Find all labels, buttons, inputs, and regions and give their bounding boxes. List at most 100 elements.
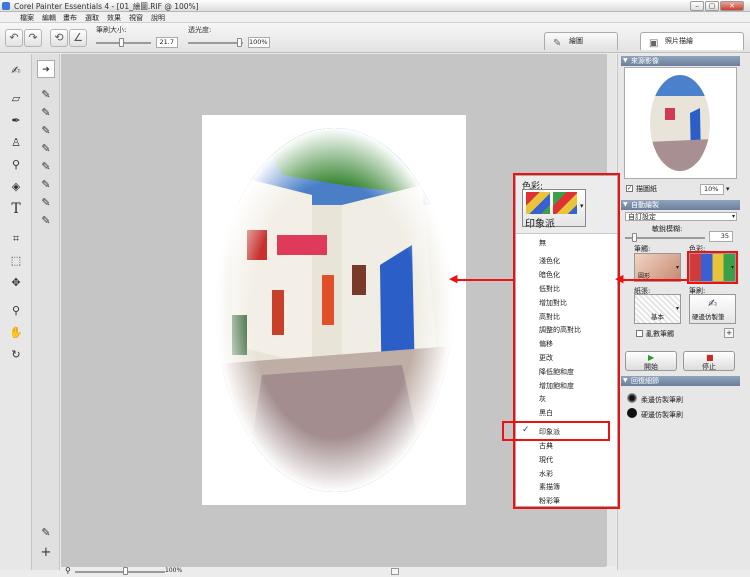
tab-photo-label: 照片描繪: [665, 37, 693, 45]
play-icon: ▶: [648, 353, 655, 362]
color-selector-highlight: [687, 251, 738, 284]
rotate-canvas-icon[interactable]: ⟲: [50, 29, 68, 47]
brush-variant-icon[interactable]: ✎: [37, 212, 55, 230]
brush-size-value[interactable]: 21.7: [156, 37, 178, 48]
tab-draw[interactable]: ✎ 繪圖: [544, 32, 618, 50]
opacity-label: 透光度:: [188, 26, 212, 34]
tracing-opacity-field[interactable]: 10%: [700, 184, 724, 195]
brush-variant-icon[interactable]: ✎: [37, 524, 55, 542]
brush-variant-icon[interactable]: ✎: [37, 140, 55, 158]
callout-arrow-left: [455, 279, 515, 281]
reset-rotation-icon[interactable]: ∠: [69, 29, 87, 47]
sensitivity-slider[interactable]: [625, 237, 705, 239]
soft-clone-brush-label[interactable]: 柔邊仿製筆刷: [641, 395, 683, 405]
popup-highlight-box: [513, 173, 620, 509]
redo-icon[interactable]: ↷: [24, 29, 42, 47]
soft-clone-brush-icon[interactable]: [627, 393, 637, 403]
undo-icon[interactable]: ↶: [5, 29, 23, 47]
close-icon[interactable]: ✕: [720, 1, 744, 11]
tab-photo[interactable]: ▣ 照片描繪: [640, 32, 744, 50]
brush-variant-icon[interactable]: ✎: [37, 194, 55, 212]
random-stroke-label: 亂數筆觸: [646, 330, 674, 338]
draw-tab-icon: ✎: [553, 38, 562, 49]
preset-select[interactable]: 自訂設定 ▾: [625, 212, 737, 221]
tracing-dropdown-icon[interactable]: ▾: [726, 185, 730, 193]
start-button[interactable]: ▶ 開始: [625, 351, 677, 371]
move-tool-icon[interactable]: ✥: [7, 274, 25, 292]
brush-variant-icon[interactable]: ✎: [37, 176, 55, 194]
brush-variant-icon[interactable]: ✎: [37, 86, 55, 104]
opacity-slider[interactable]: [188, 42, 243, 44]
brush-variant-icon[interactable]: ✎: [37, 122, 55, 140]
tracing-paper-label: 描圖紙: [636, 185, 657, 193]
stroke-dropdown-icon: ▾: [675, 264, 679, 271]
dropper-tool-icon[interactable]: ⚲: [7, 156, 25, 174]
stop-button[interactable]: ■ 停止: [683, 351, 735, 371]
window-title: Corel Painter Essentials 4 - [01_繪圖.RIF …: [14, 2, 199, 11]
restore-detail-header[interactable]: 回復細節: [621, 376, 740, 386]
selected-option-highlight: [502, 421, 610, 441]
toolbox: ✍ ▱ ✒ ♙ ⚲ ◈ T ⌗ ⬚ ✥ ⚲ ✋ ↻: [0, 54, 32, 570]
arrowhead-left-icon: ◀: [449, 272, 458, 285]
menu-help[interactable]: 說明: [151, 13, 165, 23]
auto-paint-header[interactable]: 自動繪製: [621, 200, 740, 210]
brush-variant-icon[interactable]: ✎: [37, 158, 55, 176]
selection-tool-icon[interactable]: ⬚: [7, 252, 25, 270]
zoom-thumb[interactable]: [123, 567, 128, 575]
photo-tab-icon: ▣: [649, 38, 659, 49]
menu-window[interactable]: 視窗: [129, 13, 143, 23]
horizontal-scrollbar[interactable]: ⚲ 100%: [61, 566, 606, 576]
arrowhead-left-icon: ◀: [615, 272, 624, 285]
eraser-tool-icon[interactable]: ▱: [7, 90, 25, 108]
opacity-thumb[interactable]: [237, 38, 242, 47]
hard-clone-brush-label[interactable]: 硬邊仿製筆刷: [641, 410, 683, 420]
stroke-selector[interactable]: 圓形 ▾: [634, 253, 681, 282]
expand-icon[interactable]: +: [724, 328, 734, 338]
menu-file[interactable]: 檔案: [20, 13, 34, 23]
grabber-tool-icon[interactable]: ✋: [7, 324, 25, 342]
sensitivity-thumb[interactable]: [632, 233, 637, 242]
app-icon: [2, 2, 10, 10]
text-tool-icon[interactable]: T: [7, 200, 25, 218]
add-icon[interactable]: +: [37, 544, 55, 562]
brush-variant-icon[interactable]: ✎: [37, 104, 55, 122]
source-image-thumbnail: [624, 67, 737, 179]
brush-library-panel: ➔ ✎ ✎ ✎ ✎ ✎ ✎ ✎ ✎ ✎ +: [32, 54, 60, 570]
zoom-slider[interactable]: [75, 571, 165, 573]
title-bar: Corel Painter Essentials 4 - [01_繪圖.RIF …: [0, 0, 750, 12]
tracing-paper-checkbox[interactable]: ✓: [626, 185, 633, 192]
hard-clone-brush-icon[interactable]: [627, 408, 637, 418]
panel-arrow-icon[interactable]: ➔: [37, 60, 55, 78]
sensitivity-label: 敏銳模糊:: [652, 225, 683, 233]
random-stroke-checkbox[interactable]: [636, 330, 643, 337]
menu-canvas[interactable]: 畫布: [63, 13, 77, 23]
paint-bucket-tool-icon[interactable]: ◈: [7, 178, 25, 196]
property-bar: ↶ ↷ ⟲ ∠ 筆刷大小: 21.7 透光度: 100%: [0, 23, 750, 53]
canvas-paper[interactable]: [202, 115, 466, 505]
callout-arrow-right: [619, 279, 687, 281]
menu-bar: 檔案 編輯 畫布 選取 效果 視窗 說明: [0, 12, 750, 23]
brush-selector[interactable]: ✍ 硬邊仿製筆: [689, 294, 736, 324]
hscroll-thumb[interactable]: [391, 568, 399, 575]
clone-stamp-tool-icon[interactable]: ♙: [7, 134, 25, 152]
menu-select[interactable]: 選取: [85, 13, 99, 23]
restore-icon[interactable]: ▢: [705, 1, 719, 11]
brush-tool-icon[interactable]: ✍: [7, 62, 25, 80]
source-image-header[interactable]: 來源影像: [621, 56, 740, 66]
menu-effects[interactable]: 效果: [107, 13, 121, 23]
rotate-page-tool-icon[interactable]: ↻: [7, 346, 25, 364]
menu-edit[interactable]: 編輯: [42, 13, 56, 23]
paper-selector[interactable]: 基本 ▾: [634, 294, 681, 324]
pen-tool-icon[interactable]: ✒: [7, 112, 25, 130]
clone-brush-icon: ✍: [708, 297, 718, 310]
minimize-icon[interactable]: –: [690, 1, 704, 11]
crop-tool-icon[interactable]: ⌗: [7, 230, 25, 248]
magnifier-tool-icon[interactable]: ⚲: [7, 302, 25, 320]
tab-draw-label: 繪圖: [569, 37, 583, 45]
source-thumb-image: [650, 75, 710, 171]
preset-dropdown-icon: ▾: [731, 213, 735, 220]
sensitivity-value[interactable]: 35: [709, 231, 733, 242]
opacity-value[interactable]: 100%: [248, 37, 270, 48]
brush-size-label: 筆刷大小:: [96, 26, 127, 34]
brush-size-thumb[interactable]: [119, 38, 124, 47]
